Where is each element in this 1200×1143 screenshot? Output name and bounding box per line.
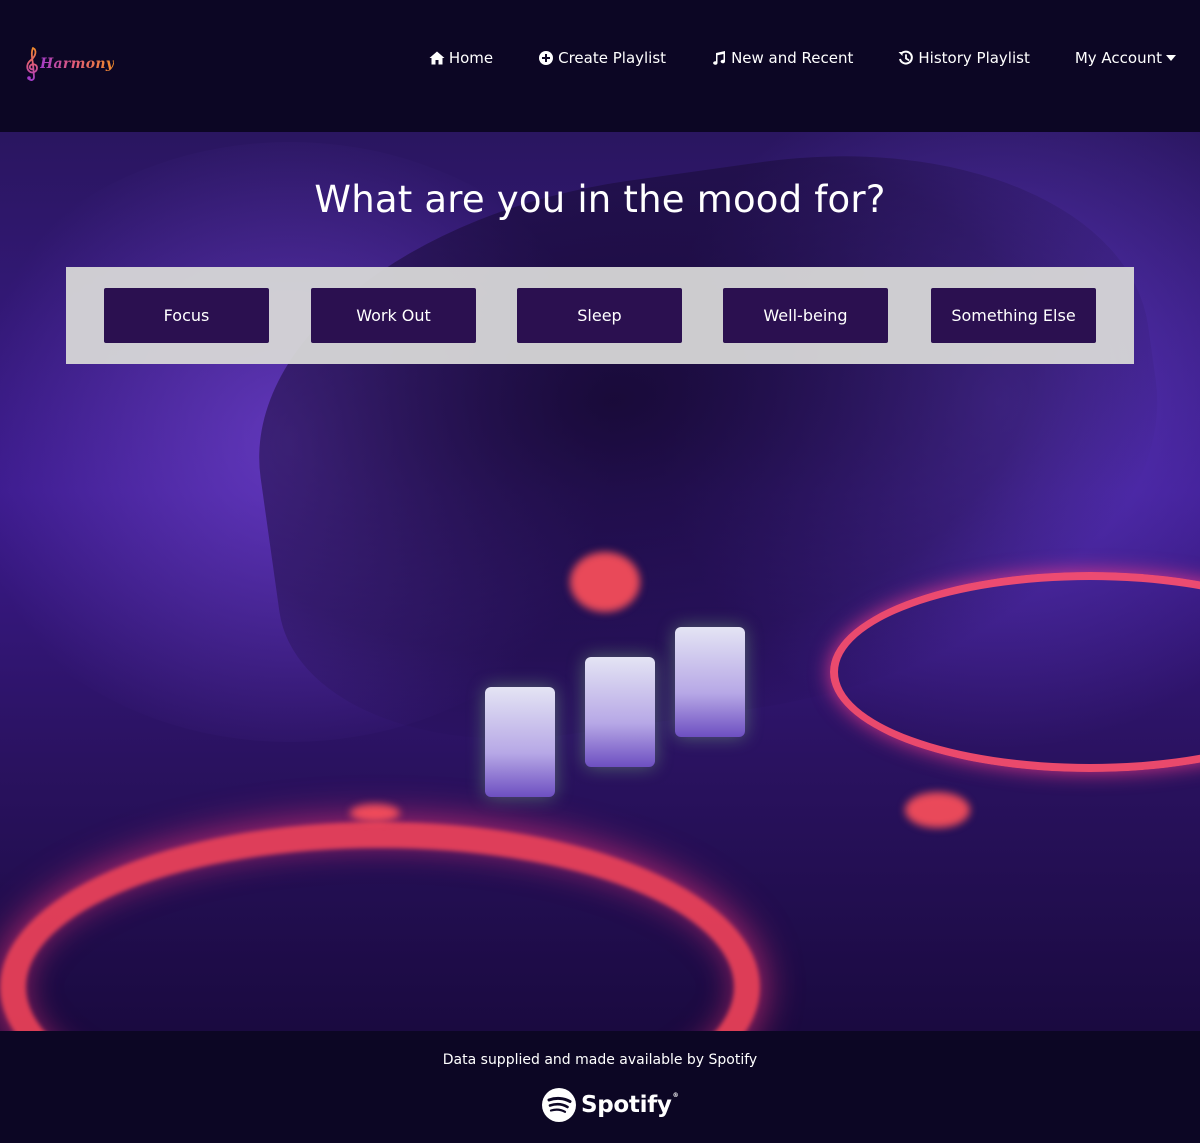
light-blob <box>350 804 400 822</box>
mood-focus-button[interactable]: Focus <box>104 288 269 343</box>
light-blob <box>905 792 970 828</box>
mood-work-out-button[interactable]: Work Out <box>311 288 476 343</box>
mood-something-else-button[interactable]: Something Else <box>931 288 1096 343</box>
nav-new-and-recent[interactable]: New and Recent <box>711 49 853 67</box>
nav-my-account[interactable]: My Account <box>1075 49 1176 67</box>
plus-circle-icon <box>539 51 554 65</box>
brand-logo[interactable]: Harmony <box>24 46 114 82</box>
nav-create-playlist[interactable]: Create Playlist <box>538 49 666 67</box>
nav-menu: Home Create Playlist New and Recent Hist… <box>429 46 1176 70</box>
mood-sleep-button[interactable]: Sleep <box>517 288 682 343</box>
page-title: What are you in the mood for? <box>314 178 886 221</box>
footer: Data supplied and made available by Spot… <box>0 1031 1200 1143</box>
spotify-icon <box>542 1088 576 1122</box>
mixer-knob <box>485 687 555 797</box>
mixer-knob <box>585 657 655 767</box>
nav-history-playlist[interactable]: History Playlist <box>898 49 1030 67</box>
history-icon <box>898 50 914 65</box>
home-icon <box>429 51 445 65</box>
spotify-wordmark: Spotify® <box>581 1092 679 1118</box>
nav-create-playlist-label: Create Playlist <box>558 49 667 67</box>
nav-home-label: Home <box>448 49 494 67</box>
nav-new-and-recent-label: New and Recent <box>731 49 854 67</box>
navbar: Harmony Home Create Playlist New and Rec… <box>0 0 1200 132</box>
mood-well-being-button[interactable]: Well-being <box>723 288 888 343</box>
treble-clef-icon <box>26 47 38 81</box>
footer-attribution: Data supplied and made available by Spot… <box>442 1052 758 1068</box>
mood-panel: Focus Work Out Sleep Well-being Somethin… <box>66 267 1134 364</box>
caret-down-icon <box>1166 55 1176 61</box>
spotify-logo[interactable]: Spotify® <box>541 1087 679 1123</box>
hero-section: What are you in the mood for? Focus Work… <box>0 132 1200 1031</box>
nav-home[interactable]: Home <box>429 49 493 67</box>
mixer-knob <box>675 627 745 737</box>
turntable-ring <box>0 822 760 1031</box>
music-note-icon <box>713 51 726 65</box>
nav-my-account-label: My Account <box>1074 49 1162 67</box>
brand-name: Harmony <box>40 56 115 72</box>
light-blob <box>570 552 640 612</box>
nav-history-playlist-label: History Playlist <box>918 49 1030 67</box>
